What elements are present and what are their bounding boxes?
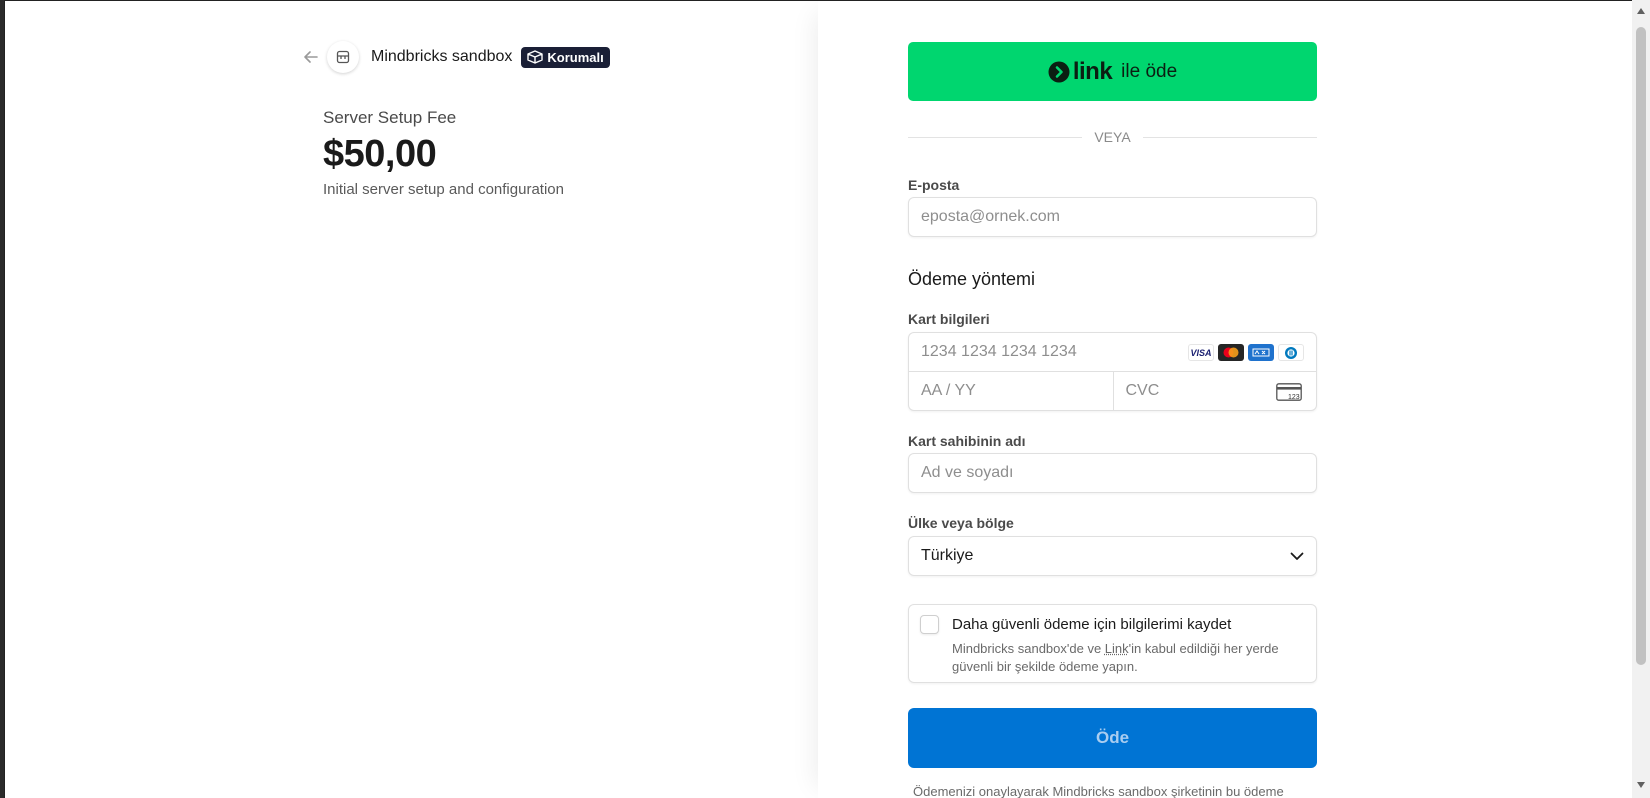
save-info-checkbox[interactable] xyxy=(920,615,939,634)
store-icon xyxy=(327,41,359,73)
email-field[interactable] xyxy=(908,197,1317,237)
vertical-scrollbar[interactable] xyxy=(1632,0,1650,798)
card-expiry-cvc-row: 123 xyxy=(909,372,1316,411)
cvc-input[interactable] xyxy=(1113,372,1264,410)
amex-icon xyxy=(1248,344,1274,361)
product-description: Initial server setup and configuration xyxy=(323,181,564,198)
link-logo: link xyxy=(1048,57,1113,86)
divider-line-left xyxy=(908,136,1083,138)
product-price: $50,00 xyxy=(323,133,437,175)
link-brand-text: link xyxy=(1072,57,1113,85)
payment-pane: link ile öde VEYA E-posta Ödeme yöntemi … xyxy=(818,1,1632,798)
visa-icon: VISA xyxy=(1188,344,1214,361)
legal-text: Ödemenizi onaylayarak Mindbricks sandbox… xyxy=(913,784,1284,798)
svg-text:123: 123 xyxy=(1288,394,1300,401)
link-pay-button[interactable]: link ile öde xyxy=(908,42,1317,101)
card-details-group: VISA 123 xyxy=(908,332,1317,411)
link-arrow-icon xyxy=(1048,61,1070,82)
save-info-title: Daha güvenli ödeme için bilgilerimi kayd… xyxy=(952,616,1232,633)
save-desc-before: Mindbricks sandbox'de ve xyxy=(952,641,1105,656)
cvc-cell: 123 xyxy=(1112,372,1317,411)
save-info-description: Mindbricks sandbox'de ve Link'in kabul e… xyxy=(952,640,1307,676)
link-pay-label: ile öde xyxy=(1121,60,1178,82)
country-label: Ülke veya bölge xyxy=(908,515,1014,531)
country-value: Türkiye xyxy=(921,547,974,564)
country-select[interactable]: Türkiye xyxy=(908,536,1317,576)
back-arrow-icon[interactable] xyxy=(301,47,321,67)
payment-method-title: Ödeme yöntemi xyxy=(908,269,1036,289)
pay-button[interactable]: Öde xyxy=(908,708,1317,768)
box-icon xyxy=(527,50,544,64)
sandbox-badge: Korumalı xyxy=(521,46,610,68)
save-info-box: Daha güvenli ödeme için bilgilerimi kayd… xyxy=(908,604,1317,683)
email-label: E-posta xyxy=(908,177,960,193)
scroll-down-arrow-icon[interactable] xyxy=(1637,782,1645,788)
merchant-header: Mindbricks sandbox Korumalı xyxy=(301,41,610,73)
scroll-thumb[interactable] xyxy=(1636,27,1646,665)
checkout-window: Mindbricks sandbox Korumalı Server Setup… xyxy=(4,0,1632,798)
mastercard-icon xyxy=(1218,344,1244,361)
link-info-link[interactable]: Link xyxy=(1105,641,1129,656)
card-info-label: Kart bilgileri xyxy=(908,311,990,327)
scroll-up-arrow-icon[interactable] xyxy=(1637,8,1645,14)
order-summary-pane: Mindbricks sandbox Korumalı Server Setup… xyxy=(5,1,818,798)
product-name: Server Setup Fee xyxy=(323,108,457,127)
expiry-input[interactable] xyxy=(909,372,1113,410)
card-brands: VISA xyxy=(1188,344,1304,361)
cvc-card-icon: 123 xyxy=(1276,383,1302,401)
or-divider: VEYA xyxy=(908,128,1317,146)
card-number-row: VISA xyxy=(909,333,1316,372)
divider-text: VEYA xyxy=(1094,129,1131,145)
chevron-down-icon xyxy=(1290,552,1304,560)
diners-icon xyxy=(1278,344,1304,361)
cardholder-label: Kart sahibinin adı xyxy=(908,433,1026,449)
cardholder-name-field[interactable] xyxy=(908,453,1317,493)
divider-line-right xyxy=(1142,136,1317,138)
badge-label: Korumalı xyxy=(547,49,604,65)
card-number-input[interactable] xyxy=(909,333,1179,371)
expiry-cell xyxy=(909,372,1113,411)
merchant-name: Mindbricks sandbox xyxy=(371,48,513,65)
